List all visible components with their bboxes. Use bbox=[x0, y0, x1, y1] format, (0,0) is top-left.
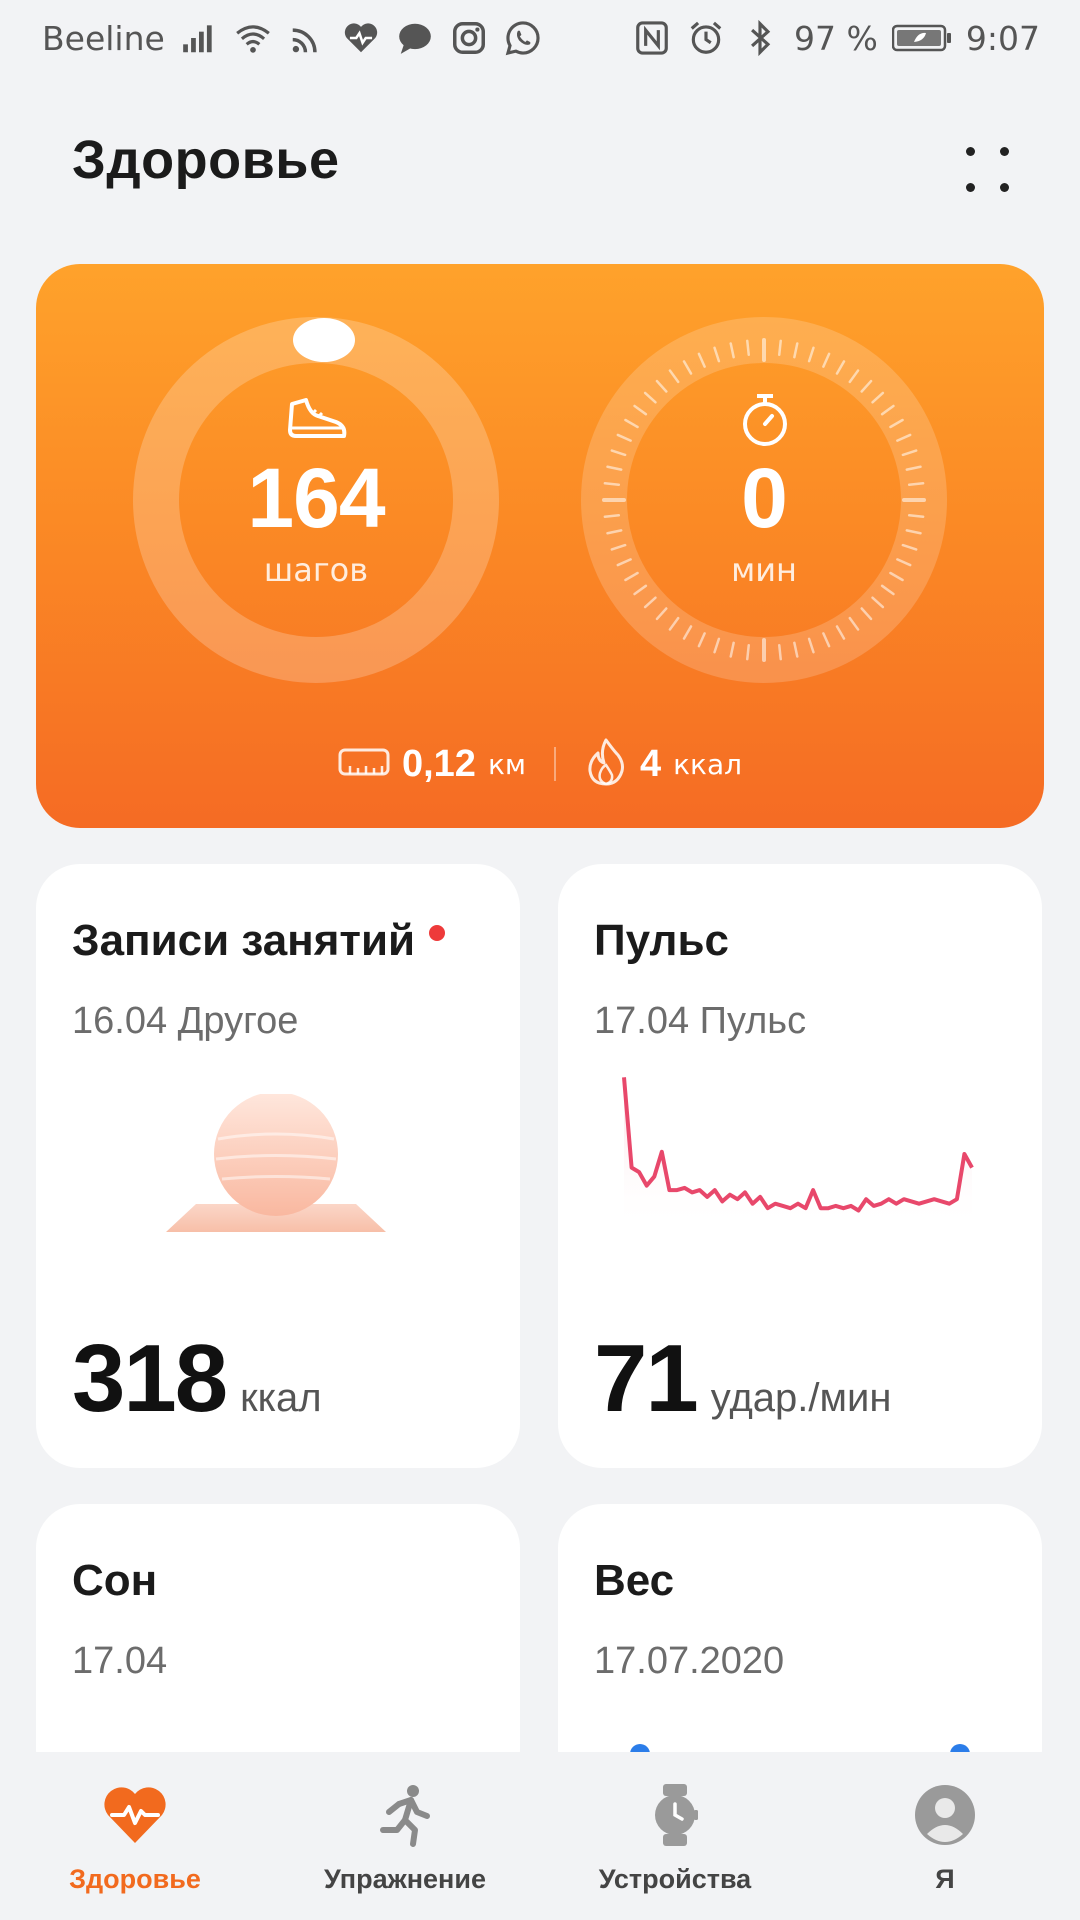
heart-rate-tile[interactable]: Пульс 17.04 Пульс 71 удар./мин bbox=[558, 864, 1042, 1468]
flame-icon bbox=[584, 737, 628, 791]
weight-subtitle: 17.07.2020 bbox=[594, 1640, 785, 1682]
nav-exercise-label: Упражнение bbox=[324, 1864, 486, 1894]
summary-divider bbox=[553, 747, 556, 781]
minutes-ring-tick bbox=[778, 339, 782, 357]
nav-health[interactable]: Здоровье bbox=[0, 1752, 270, 1920]
workout-records-subtitle: 16.04 Другое bbox=[72, 1000, 299, 1042]
steps-text: 164 шагов bbox=[216, 450, 416, 589]
cast-icon bbox=[287, 18, 327, 58]
avatar-icon bbox=[910, 1780, 980, 1850]
heart-rate-sparkline bbox=[622, 1077, 974, 1230]
health-icon bbox=[341, 18, 381, 58]
status-bar: Beeline 97 % 9:07 bbox=[0, 0, 1080, 76]
nav-devices[interactable]: Устройства bbox=[540, 1752, 810, 1920]
minutes-ring-tick bbox=[907, 482, 925, 486]
status-right: 97 % 9:07 bbox=[632, 18, 1040, 58]
signal-icon bbox=[179, 18, 219, 58]
heart-rate-unit: удар./мин bbox=[710, 1376, 892, 1420]
minutes-ring-tick bbox=[907, 514, 925, 518]
bottom-navigation: Здоровье Упражнение Устройства Я bbox=[0, 1752, 1080, 1920]
wifi-icon bbox=[233, 18, 273, 58]
shoe-icon bbox=[286, 396, 348, 446]
heart-rate-value-group: 71 удар./мин bbox=[594, 1324, 891, 1434]
more-dots-icon[interactable] bbox=[952, 125, 1022, 195]
sleep-tile[interactable]: Сон 17.04 bbox=[36, 1504, 520, 1794]
minutes-ring-tick bbox=[603, 514, 621, 518]
minutes-ring-tick bbox=[746, 643, 750, 661]
workout-records-tile[interactable]: Записи занятий 16.04 Другое 318 ккал bbox=[36, 864, 520, 1468]
distance-unit: км bbox=[487, 747, 526, 781]
instagram-icon bbox=[449, 18, 489, 58]
calories-summary: 4 ккал bbox=[584, 737, 742, 791]
workout-records-title: Записи занятий bbox=[72, 916, 446, 966]
nfc-icon bbox=[632, 18, 672, 58]
minutes-ring-tick bbox=[778, 643, 782, 661]
heart-rate-value: 71 bbox=[594, 1325, 699, 1432]
chat-icon bbox=[395, 18, 435, 58]
minutes-ring-tick bbox=[746, 339, 750, 357]
status-left: Beeline bbox=[42, 18, 543, 58]
distance-summary: 0,12 км bbox=[338, 743, 526, 786]
workout-records-title-text: Записи занятий bbox=[72, 916, 416, 965]
workout-calories-value: 318 bbox=[72, 1325, 228, 1432]
clock-time: 9:07 bbox=[965, 18, 1040, 58]
bluetooth-icon bbox=[740, 18, 780, 58]
ruler-icon bbox=[338, 746, 390, 782]
carrier-name: Beeline bbox=[42, 18, 165, 58]
activity-summary: 0,12 км 4 ккал bbox=[36, 734, 1044, 794]
running-icon bbox=[370, 1780, 440, 1850]
minutes-ring-tick bbox=[603, 482, 621, 486]
nav-me-label: Я bbox=[935, 1864, 955, 1894]
weight-tile[interactable]: Вес 17.07.2020 bbox=[558, 1504, 1042, 1794]
new-record-badge bbox=[429, 925, 446, 942]
nav-devices-label: Устройства bbox=[598, 1864, 752, 1894]
alarm-icon bbox=[686, 18, 726, 58]
page-title: Здоровье bbox=[72, 130, 340, 190]
fitness-ball-illustration bbox=[146, 1092, 406, 1248]
steps-unit: шагов bbox=[263, 551, 369, 589]
minutes-value: 0 bbox=[741, 451, 788, 545]
calories-value: 4 bbox=[639, 742, 662, 785]
stopwatch-icon bbox=[738, 392, 792, 452]
steps-value: 164 bbox=[247, 451, 385, 545]
workout-calories-unit: ккал bbox=[240, 1376, 322, 1420]
calories-unit: ккал bbox=[673, 747, 743, 781]
app-header: Здоровье bbox=[0, 110, 1080, 210]
nav-me[interactable]: Я bbox=[810, 1752, 1080, 1920]
weight-title: Вес bbox=[594, 1556, 675, 1605]
whatsapp-icon bbox=[503, 18, 543, 58]
battery-percent: 97 % bbox=[794, 18, 878, 58]
heart-rate-sparkline-area bbox=[624, 1077, 972, 1230]
sleep-title: Сон bbox=[72, 1556, 158, 1605]
sleep-subtitle: 17.04 bbox=[72, 1640, 168, 1682]
steps-ring-progress-cap bbox=[293, 318, 355, 362]
activity-rings-card[interactable]: 164 шагов 0 мин 0,12 км 4 ккал bbox=[36, 264, 1044, 828]
minutes-unit: мин bbox=[731, 551, 797, 589]
heart-rate-title: Пульс bbox=[594, 916, 729, 965]
heart-rate-subtitle: 17.04 Пульс bbox=[594, 1000, 807, 1042]
heart-pulse-icon bbox=[100, 1780, 170, 1850]
heart-rate-sparkline-line bbox=[622, 1077, 974, 1213]
nav-exercise[interactable]: Упражнение bbox=[270, 1752, 540, 1920]
watch-icon bbox=[640, 1780, 710, 1850]
nav-health-label: Здоровье bbox=[69, 1864, 201, 1894]
distance-value: 0,12 bbox=[401, 742, 476, 785]
workout-calories: 318 ккал bbox=[72, 1324, 322, 1434]
battery-icon bbox=[891, 23, 952, 53]
minutes-text: 0 мин bbox=[664, 450, 864, 589]
